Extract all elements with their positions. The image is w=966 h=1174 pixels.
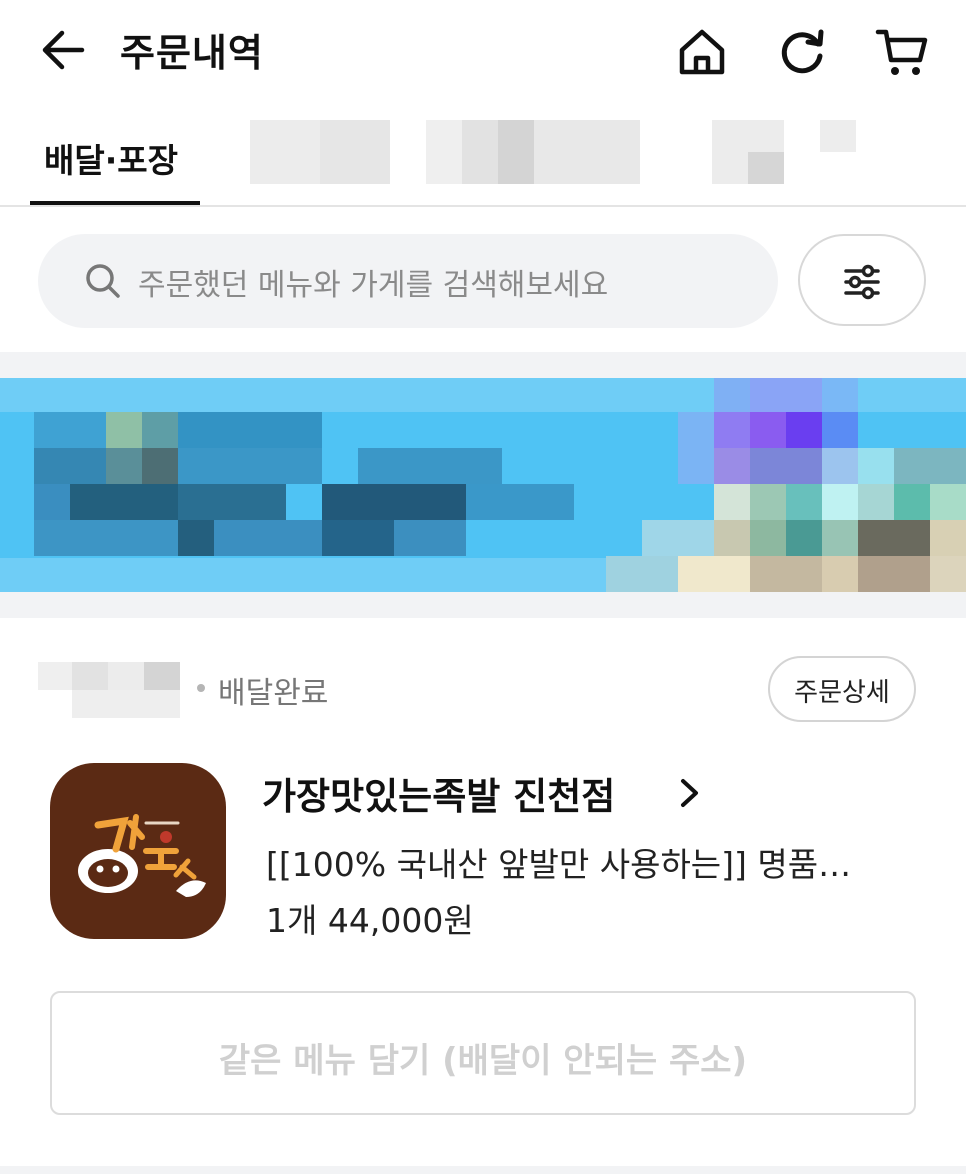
separator-dot xyxy=(197,684,205,692)
order-status: 배달완료 xyxy=(218,676,329,711)
section-divider xyxy=(0,1166,966,1174)
order-detail-button[interactable]: 주문상세 xyxy=(768,656,916,722)
tab-delivery-takeout[interactable]: 배달·포장 xyxy=(30,118,200,206)
order-date-blurred xyxy=(38,662,184,718)
tab-blurred-2[interactable] xyxy=(426,120,640,184)
filter-button[interactable] xyxy=(798,234,926,326)
tab-blurred-3[interactable] xyxy=(712,120,856,184)
store-name-link[interactable]: 가장맛있는족발 진천점 xyxy=(262,766,615,820)
tab-label: 배달·포장 xyxy=(44,141,178,180)
order-price: 1개 44,000원 xyxy=(266,901,474,940)
refresh-button[interactable] xyxy=(774,24,830,80)
refresh-icon xyxy=(781,29,824,74)
back-arrow-icon xyxy=(42,30,85,70)
order-detail-label: 주문상세 xyxy=(794,678,890,708)
order-menu-name: [[100% 국내산 앞발만 사용하는]] 명품… xyxy=(266,845,852,884)
cart-icon xyxy=(875,29,928,75)
tab-divider xyxy=(0,205,966,207)
back-button[interactable] xyxy=(38,24,90,76)
page-title: 주문내역 xyxy=(120,31,264,75)
search-input[interactable]: 주문했던 메뉴와 가게를 검색해보세요 xyxy=(138,260,608,304)
tab-blurred-1[interactable] xyxy=(250,120,390,184)
promo-banner-image[interactable] xyxy=(0,378,966,592)
search-bar[interactable]: 주문했던 메뉴와 가게를 검색해보세요 xyxy=(38,234,778,328)
reorder-button[interactable]: 같은 메뉴 담기 (배달이 안되는 주소) xyxy=(50,991,916,1115)
home-icon xyxy=(679,29,725,75)
store-logo-image xyxy=(78,814,206,897)
filter-sliders-icon xyxy=(844,264,880,300)
chevron-right-icon[interactable] xyxy=(676,776,704,810)
home-button[interactable] xyxy=(674,24,730,80)
cart-button[interactable] xyxy=(874,24,930,80)
store-logo[interactable] xyxy=(50,763,226,939)
search-icon xyxy=(86,264,120,298)
reorder-label: 같은 메뉴 담기 (배달이 안되는 주소) xyxy=(218,1041,748,1081)
